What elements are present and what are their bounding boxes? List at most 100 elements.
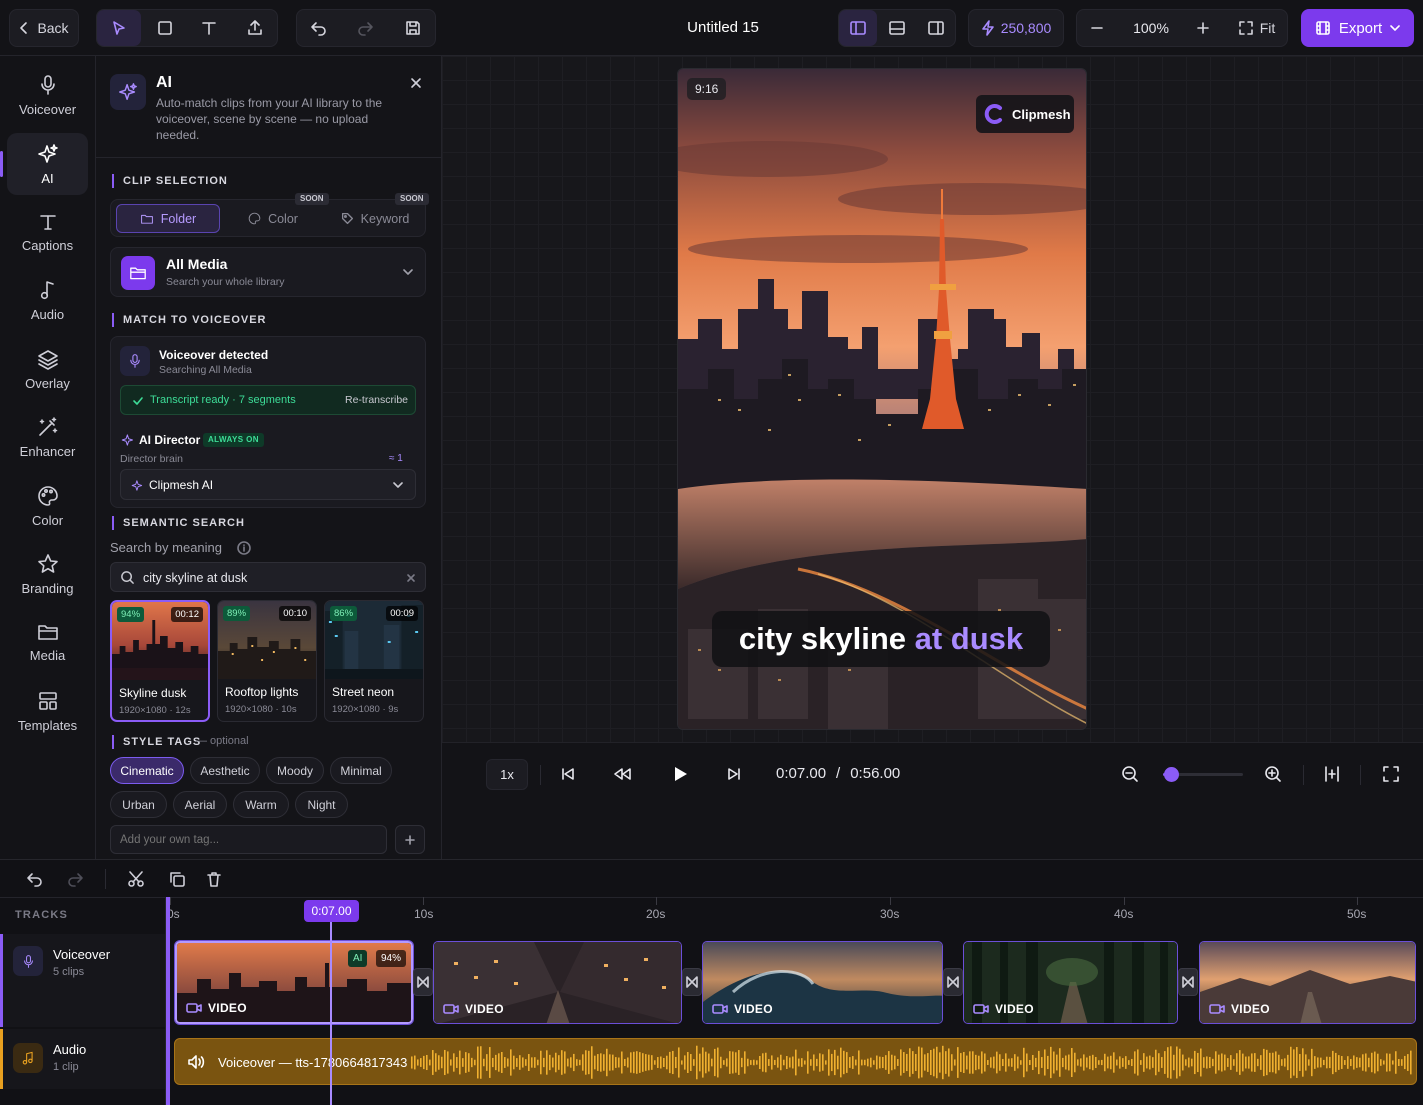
video-clip-2[interactable]: VIDEO (433, 941, 682, 1024)
rail-item-media[interactable]: Media (7, 611, 88, 673)
waveform-bar (681, 1060, 683, 1065)
project-title[interactable]: Untitled 15 (650, 19, 796, 36)
soon-badge: SOON (395, 193, 429, 205)
fit-timeline-icon[interactable] (1324, 765, 1340, 783)
tag-aesthetic[interactable]: Aesthetic (190, 757, 260, 784)
info-icon[interactable] (237, 541, 251, 555)
aspect-ratio-badge[interactable]: 9:16 (687, 78, 727, 100)
undo-icon[interactable] (26, 870, 44, 888)
play-icon[interactable] (671, 765, 689, 783)
tag-minimal[interactable]: Minimal (330, 757, 392, 784)
zoom-out-button[interactable] (1077, 10, 1117, 46)
waveform-bar (885, 1055, 887, 1070)
waveform-bar (660, 1056, 662, 1069)
scissors-icon[interactable] (127, 870, 145, 888)
playhead-time[interactable]: 0:07.00 (304, 900, 359, 922)
rail-item-branding[interactable]: Branding (7, 543, 88, 605)
rail-item-enhancer[interactable]: Enhancer (7, 406, 88, 468)
copy-icon[interactable] (168, 870, 186, 888)
slider-handle[interactable] (1164, 767, 1179, 782)
redo-icon[interactable] (66, 870, 84, 888)
waveform-bar (1311, 1048, 1313, 1077)
track-header-voiceover[interactable]: Voiceover 5 clips (0, 934, 165, 1027)
rail-item-ai[interactable]: AI (0, 133, 88, 195)
fit-button[interactable]: Fit (1227, 10, 1287, 46)
text-tool-button[interactable] (187, 10, 231, 46)
back-button[interactable]: Back (9, 9, 79, 47)
rail-item-overlay[interactable]: Overlay (7, 338, 88, 400)
folder-icon (37, 624, 58, 640)
back-label: Back (37, 20, 69, 36)
undo-button[interactable] (297, 10, 341, 46)
tag-warm[interactable]: Warm (233, 791, 289, 818)
plus-icon (1197, 22, 1209, 34)
save-button[interactable] (391, 10, 435, 46)
zoom-level[interactable]: 100% (1121, 20, 1181, 36)
media-source-select[interactable]: All Media Search your whole library (110, 247, 426, 297)
layout-bottom-button[interactable] (878, 10, 916, 46)
custom-tag-input[interactable] (110, 825, 387, 854)
waveform-bar (1404, 1055, 1406, 1070)
select-tool-button[interactable] (97, 10, 141, 46)
video-clip-4[interactable]: VIDEO (963, 941, 1178, 1024)
retranscribe-button[interactable]: Re-transcribe (345, 394, 408, 406)
tag-aerial[interactable]: Aerial (173, 791, 227, 818)
fullscreen-icon[interactable] (1382, 765, 1400, 783)
clear-icon[interactable] (406, 573, 416, 583)
waveform-bar (1353, 1055, 1355, 1070)
rail-item-voiceover[interactable]: Voiceover (7, 64, 88, 126)
section-title-style-tags: STYLE TAGS (112, 735, 201, 749)
tag-urban[interactable]: Urban (110, 791, 167, 818)
zoom-in-button[interactable] (1183, 10, 1223, 46)
video-clip-3[interactable]: VIDEO (702, 941, 943, 1024)
credits-button[interactable]: 250,800 (968, 9, 1064, 47)
result-card-rooftop-lights[interactable]: 89% 00:10 Rooftop lights 1920×1080 · 10s (217, 600, 317, 722)
skip-start-icon[interactable] (560, 766, 576, 782)
zoom-out-icon[interactable] (1121, 765, 1139, 783)
layout-left-button[interactable] (839, 10, 877, 46)
rail-item-captions[interactable]: Captions (7, 201, 88, 263)
skip-end-icon[interactable] (726, 766, 742, 782)
track-header-audio[interactable]: Audio 1 clip (0, 1029, 165, 1089)
speed-button[interactable]: 1x (486, 759, 528, 790)
video-preview[interactable]: 9:16 Clipmesh city skyline at dusk (677, 68, 1087, 730)
video-clip-1[interactable]: AI 94% VIDEO (175, 941, 413, 1024)
timeline-zoom-slider[interactable] (1163, 767, 1243, 782)
video-clip-5[interactable]: VIDEO (1199, 941, 1416, 1024)
tab-keyword[interactable]: Keyword (327, 204, 423, 233)
trash-icon[interactable] (205, 870, 223, 888)
expand-icon (1238, 21, 1253, 35)
director-brain-select[interactable]: Clipmesh AI (120, 469, 416, 500)
redo-button[interactable] (343, 10, 387, 46)
waveform-bar (1272, 1052, 1274, 1073)
waveform-bar (1194, 1050, 1196, 1075)
caption-overlay[interactable]: city skyline at dusk (712, 611, 1050, 667)
rectangle-tool-button[interactable] (143, 10, 187, 46)
waveform-bar (1050, 1046, 1052, 1079)
layout-right-button[interactable] (917, 10, 955, 46)
upload-tool-button[interactable] (233, 10, 277, 46)
tag-moody[interactable]: Moody (266, 757, 324, 784)
transition-handle[interactable] (682, 968, 702, 996)
tag-night[interactable]: Night (295, 791, 348, 818)
rail-item-templates[interactable]: Templates (7, 680, 88, 742)
result-card-skyline-dusk[interactable]: 94% 00:12 Skyline dusk 1920×1080 · 12s (110, 600, 210, 722)
rewind-icon[interactable] (613, 766, 633, 782)
clip-label: VIDEO (186, 1001, 247, 1015)
transition-handle[interactable] (943, 968, 963, 996)
tab-folder[interactable]: Folder (116, 204, 220, 233)
rail-item-audio[interactable]: Audio (7, 269, 88, 331)
tag-cinematic[interactable]: Cinematic (110, 757, 184, 784)
audio-clip[interactable]: Voiceover — tts-1780664817343 (174, 1038, 1417, 1085)
export-button[interactable]: Export (1301, 9, 1414, 47)
waveform-bar (540, 1050, 542, 1075)
close-panel-button[interactable] (409, 76, 423, 90)
zoom-in-icon[interactable] (1264, 765, 1282, 783)
semantic-search-input[interactable]: city skyline at dusk (110, 562, 426, 592)
transition-handle[interactable] (413, 968, 433, 996)
result-card-street-neon[interactable]: 86% 00:09 Street neon 1920×1080 · 9s (324, 600, 424, 722)
rail-item-color[interactable]: Color (7, 475, 88, 537)
transition-handle[interactable] (1178, 968, 1198, 996)
add-tag-button[interactable] (395, 825, 425, 854)
tab-color[interactable]: Color (225, 204, 321, 233)
